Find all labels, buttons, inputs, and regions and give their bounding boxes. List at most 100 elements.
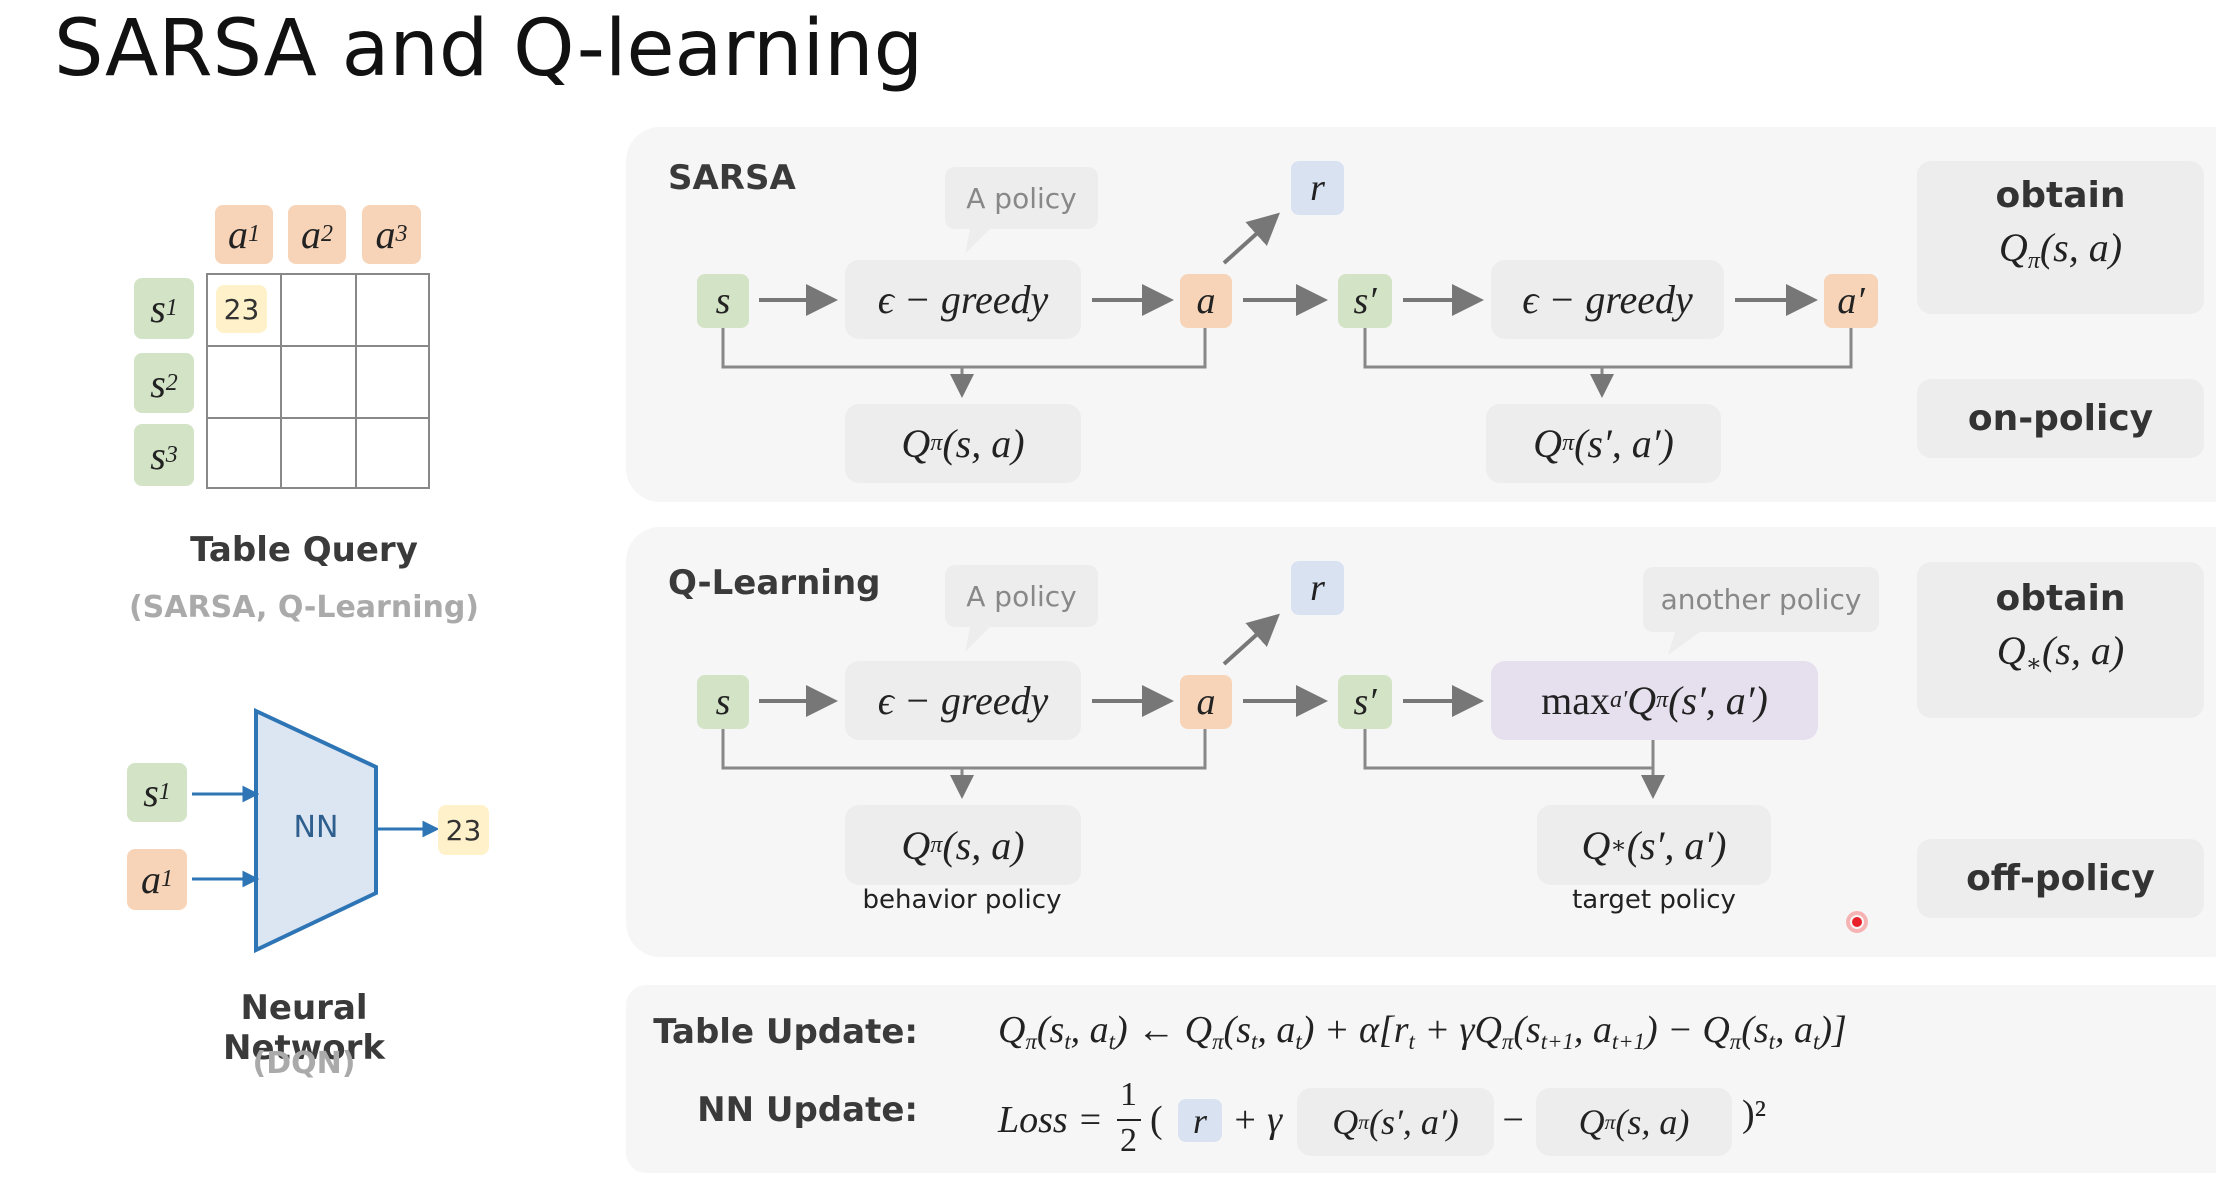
table-update-label: Table Update: xyxy=(653,1012,918,1052)
math-subscript: ∗ xyxy=(1610,832,1627,859)
state-node: s xyxy=(697,274,749,328)
flow-arrows xyxy=(721,212,1868,933)
math-text: (s′, a′) xyxy=(1369,1102,1459,1142)
loss-label: Loss = xyxy=(998,1099,1103,1141)
nn-update-label: NN Update: xyxy=(697,1090,918,1130)
next-state-node: s′ xyxy=(1338,675,1392,729)
math-text: ) + α[r xyxy=(1301,1009,1409,1051)
math-text: (s, a) xyxy=(2041,628,2125,673)
minus-sign: − xyxy=(1500,1099,1526,1141)
action-node: a xyxy=(1180,274,1232,328)
math-text: , a xyxy=(1070,1009,1109,1051)
target-q-term: Qπ (s′, a′) xyxy=(1297,1088,1494,1156)
math-text: (s′, a′) xyxy=(1668,678,1768,723)
math-subscript: ∗ xyxy=(2025,651,2042,678)
table-update-formula: Qπ(st, at) ← Qπ(st, at) + α[rt + γQπ(st+… xyxy=(998,1008,1847,1055)
q-value-node: Qπ (s, a) xyxy=(845,404,1081,483)
bubble-tail xyxy=(965,627,990,652)
reward-node: r xyxy=(1291,161,1344,215)
close-paren-squared: )² xyxy=(1742,1093,1767,1135)
math-subscript: t+1 xyxy=(1540,1028,1574,1054)
math-subscript: π xyxy=(2027,248,2040,275)
math-text: (s xyxy=(1741,1009,1769,1051)
math-subscript: π xyxy=(1562,430,1575,456)
next-q-value-node: Qπ (s′, a′) xyxy=(1486,404,1721,483)
target-policy-caption: target policy xyxy=(1572,885,1736,915)
obtain-box: obtain Q∗(s, a) xyxy=(1917,562,2204,718)
math-text: , a xyxy=(1573,1009,1612,1051)
math-text: (s, a) xyxy=(1615,1102,1690,1142)
math-subscript: π xyxy=(1358,1109,1370,1134)
obtain-label: obtain xyxy=(1995,175,2126,216)
cursor-dot xyxy=(1852,917,1862,927)
obtain-q: Q∗(s, a) xyxy=(1917,627,2204,678)
math-subscript: π xyxy=(1656,687,1669,713)
reward-term: r xyxy=(1178,1099,1222,1142)
epsilon-greedy-node: ϵ − greedy xyxy=(845,661,1081,740)
math-subscript: π xyxy=(1025,1028,1037,1054)
math-subscript: π xyxy=(1501,1028,1514,1054)
math-subscript: a′ xyxy=(1609,687,1628,713)
plus-gamma: + γ xyxy=(1232,1099,1283,1141)
policy-type-badge: off-policy xyxy=(1917,839,2204,918)
math-text: , a xyxy=(1257,1009,1296,1051)
qlearning-label: Q-Learning xyxy=(668,563,881,603)
math-text: (s, a) xyxy=(942,421,1025,466)
reward-node: r xyxy=(1291,561,1344,615)
q-value-node: Qπ (s, a) xyxy=(845,805,1081,885)
math-text: Q xyxy=(1533,421,1563,466)
behavior-policy-caption: behavior policy xyxy=(862,885,1062,915)
math-subscript: π xyxy=(930,831,943,858)
epsilon-greedy-node: ϵ − greedy xyxy=(1491,260,1724,339)
math-text: (s′, a′) xyxy=(1574,421,1674,466)
max-q-node: max a′ Qπ (s′, a′) xyxy=(1491,661,1818,740)
fraction-bar xyxy=(1117,1119,1141,1121)
next-state-node: s′ xyxy=(1338,274,1392,328)
state-node: s xyxy=(697,675,749,729)
math-text: , a xyxy=(1775,1009,1814,1051)
obtain-label: obtain xyxy=(1995,578,2126,619)
fraction-denominator: 2 xyxy=(1120,1122,1137,1159)
obtain-q: Qπ(s, a) xyxy=(1917,224,2204,275)
math-text: Q xyxy=(901,421,931,466)
reward-arrow xyxy=(1222,212,1280,265)
math-text: + γQ xyxy=(1414,1009,1502,1051)
action-node: a xyxy=(1180,675,1232,729)
math-text: (s xyxy=(1036,1009,1065,1051)
math-text: (s xyxy=(1513,1009,1541,1051)
math-text: Q xyxy=(1627,678,1657,723)
math-subscript: π xyxy=(930,430,943,456)
bubble-tail xyxy=(1668,632,1700,655)
fraction-numerator: 1 xyxy=(1120,1076,1137,1113)
math-text: Q xyxy=(901,822,931,868)
obtain-box: obtain Qπ(s, a) xyxy=(1917,161,2204,314)
math-text: (s xyxy=(1223,1009,1251,1051)
policy-bubble: A policy xyxy=(945,565,1098,627)
math-text: (s′, a′) xyxy=(1626,822,1727,868)
policy-type-badge: on-policy xyxy=(1917,379,2204,458)
math-text: ) ← Q xyxy=(1115,1009,1213,1051)
math-text: Q xyxy=(1998,225,2028,270)
target-q-value-node: Q ∗ (s′, a′) xyxy=(1537,805,1771,885)
predicted-q-term: Qπ (s, a) xyxy=(1536,1088,1732,1156)
math-text: Q xyxy=(1996,628,2026,673)
policy-bubble: A policy xyxy=(945,167,1098,229)
math-text: Q xyxy=(1332,1102,1359,1142)
math-text: ) − Q xyxy=(1645,1009,1730,1051)
epsilon-greedy-node: ϵ − greedy xyxy=(845,260,1081,339)
math-subscript: π xyxy=(1604,1109,1616,1134)
math-subscript: π xyxy=(1212,1028,1224,1054)
math-text: )] xyxy=(1819,1009,1847,1051)
math-text: Q xyxy=(1581,822,1611,868)
another-policy-bubble: another policy xyxy=(1643,567,1879,632)
open-paren: ( xyxy=(1150,1099,1163,1141)
math-text: (s, a) xyxy=(2039,225,2123,270)
bubble-tail xyxy=(965,229,990,254)
reward-arrow xyxy=(1222,613,1280,666)
math-text: max xyxy=(1541,678,1610,723)
math-text: Q xyxy=(1578,1102,1605,1142)
sarsa-label: SARSA xyxy=(668,158,796,198)
next-action-node: a′ xyxy=(1824,274,1878,328)
math-text: (s, a) xyxy=(942,822,1025,868)
math-subscript: t+1 xyxy=(1611,1028,1646,1054)
